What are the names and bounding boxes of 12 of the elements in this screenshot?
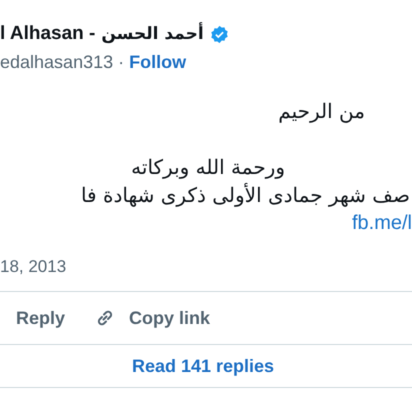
reply-button[interactable]: Reply [16, 308, 66, 328]
tweet-link[interactable]: fb.me/l [352, 209, 412, 237]
tweet-text: صف شهر جمادى الأولى ذكرى شهادة فا [80, 182, 410, 209]
read-replies-link[interactable]: Read 141 replies [132, 356, 274, 376]
author-name: l Alhasan - [0, 23, 96, 45]
tweet-date[interactable]: 18, 2013 [0, 257, 70, 277]
tweet-text: من الرحيم [278, 98, 365, 125]
copy-link-button[interactable]: Copy link [93, 306, 210, 330]
author-name-arabic: أحمد الحسن [101, 24, 204, 44]
tweet-text: ورحمة الله وبركاته [131, 154, 285, 181]
author-handle: edalhasan313 · [0, 52, 124, 73]
follow-link[interactable]: Follow [129, 52, 186, 73]
